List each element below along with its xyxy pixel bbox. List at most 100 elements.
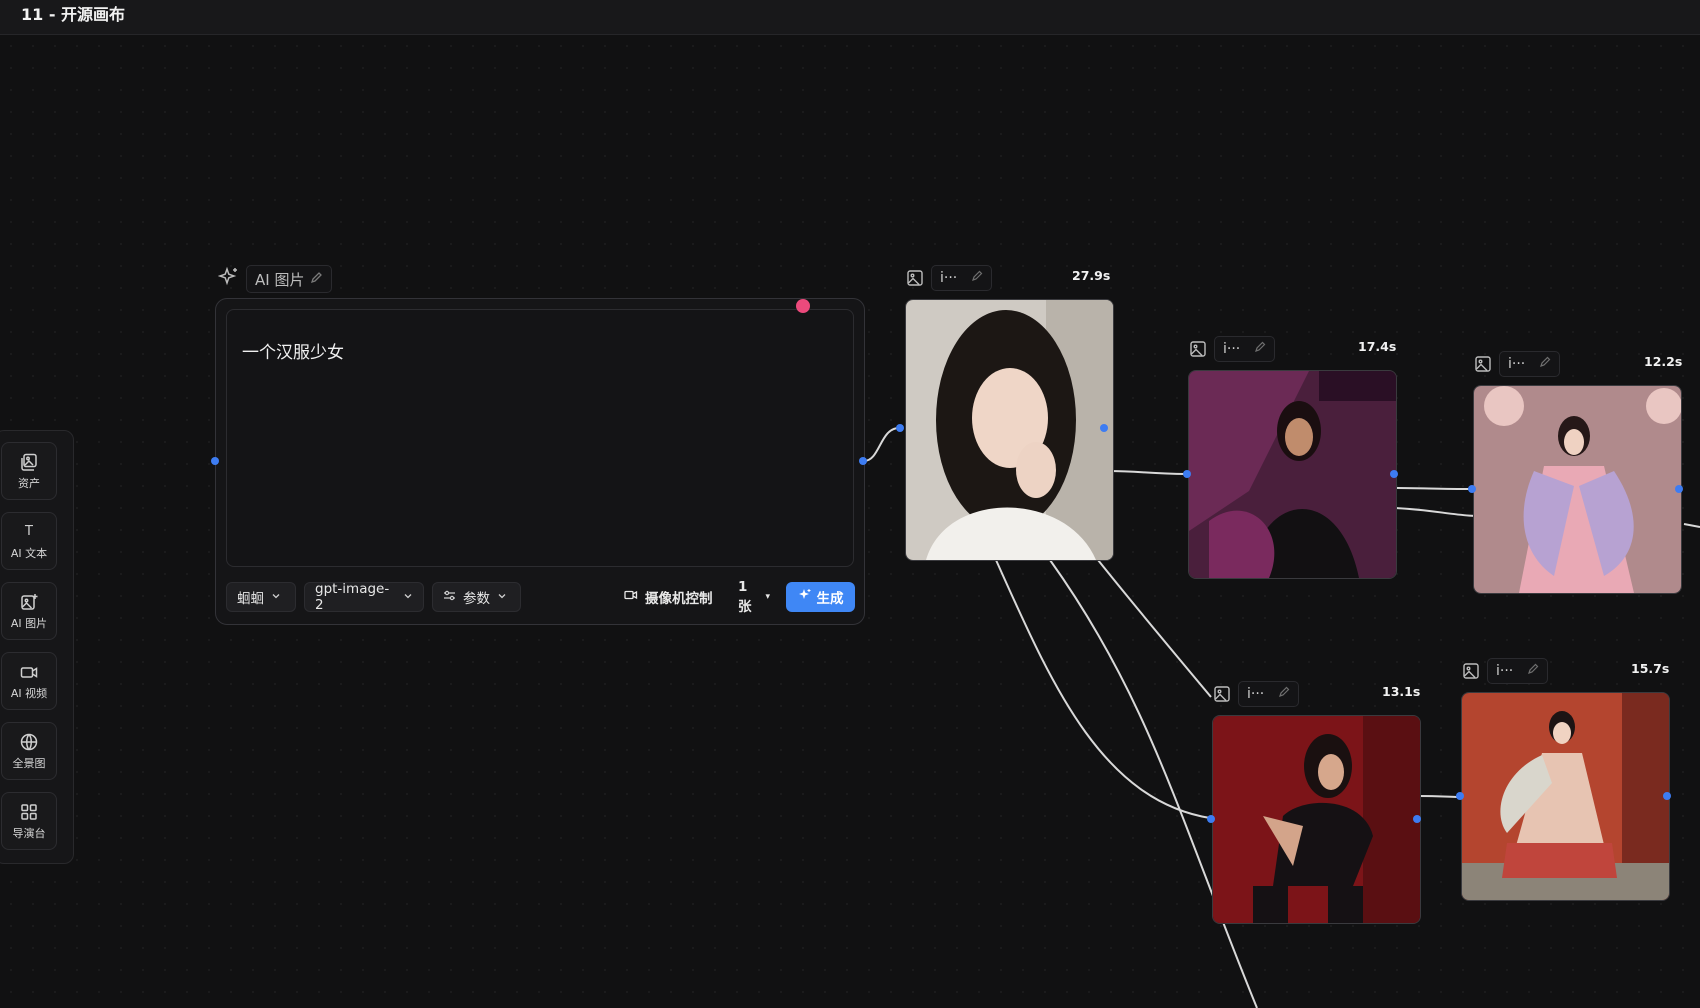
edit-icon[interactable] [971, 270, 983, 286]
input-port[interactable] [1183, 470, 1191, 478]
image-node-header: i··· [1473, 351, 1561, 377]
input-port[interactable] [211, 457, 219, 465]
model-select-value: gpt-image-2 [315, 581, 390, 613]
video-icon [19, 662, 39, 682]
generated-image [1189, 371, 1396, 578]
chevron-down-icon [403, 589, 413, 605]
generation-time: 15.7s [1631, 661, 1670, 676]
text-icon: T [25, 524, 33, 539]
output-port[interactable] [859, 457, 867, 465]
image-node-name: i··· [1496, 663, 1514, 679]
caret-down-icon: ▾ [765, 592, 770, 602]
sliders-icon [443, 589, 456, 606]
prompt-node-header: AI 图片 [217, 265, 333, 293]
image-node-header: i··· [905, 265, 993, 291]
prompt-text[interactable]: 一个汉服少女 [242, 338, 344, 363]
assets-icon [19, 452, 39, 472]
image-icon [1188, 339, 1208, 359]
style-select[interactable]: 蛔蛔 [226, 582, 296, 612]
edit-icon[interactable] [310, 270, 323, 288]
count-select-value: 1张 [738, 579, 752, 615]
image-frame[interactable] [905, 299, 1114, 561]
prompt-node-title-chip[interactable]: AI 图片 [246, 265, 333, 293]
model-select[interactable]: gpt-image-2 [304, 581, 424, 613]
input-port[interactable] [896, 424, 904, 432]
image-node-name-chip[interactable]: i··· [931, 265, 993, 291]
toolbar-director[interactable]: 导演台 [1, 792, 57, 850]
edit-icon[interactable] [1527, 663, 1539, 679]
image-node-name-chip[interactable]: i··· [1499, 351, 1561, 377]
edge-image1-to-image4b [995, 559, 1211, 819]
generation-time: 17.4s [1358, 339, 1397, 354]
image-frame[interactable] [1212, 715, 1421, 924]
image-frame[interactable] [1461, 692, 1670, 901]
output-port[interactable] [1675, 485, 1683, 493]
toolbar-ai-text-label: AI 文本 [10, 546, 48, 560]
edit-icon[interactable] [1539, 356, 1551, 372]
image-node-2[interactable]: i··· 17.4s [1188, 336, 1398, 581]
toolbar-panorama[interactable]: 全景图 [1, 722, 57, 780]
camera-control-button[interactable]: 摄像机控制 [614, 582, 724, 612]
generation-time: 13.1s [1382, 684, 1421, 699]
edge-image1-to-image2 [1107, 470, 1187, 475]
generated-image [1213, 716, 1420, 923]
sparkle-icon [798, 588, 812, 606]
image-node-header: i··· [1461, 658, 1549, 684]
image-node-name-chip[interactable]: i··· [1238, 681, 1300, 707]
image-node-header: i··· [1212, 681, 1300, 707]
image-node-name: i··· [1223, 341, 1241, 357]
params-button[interactable]: 参数 [432, 582, 521, 612]
toolbar-ai-image-label: AI 图片 [10, 616, 48, 630]
generated-image [1474, 386, 1681, 593]
panorama-icon [19, 732, 39, 752]
left-toolbar: 资产 T AI 文本 AI 图片 AI 视频 全景图 导演台 [0, 430, 74, 864]
image-node-5[interactable]: i··· 15.7s [1461, 658, 1671, 903]
generate-label: 生成 [816, 591, 844, 607]
image-frame[interactable] [1188, 370, 1397, 579]
sparkle-icon [217, 266, 240, 292]
image-node-header: i··· [1188, 336, 1276, 362]
edge-image4-to-image5 [1417, 795, 1460, 798]
image-node-name: i··· [1508, 356, 1526, 372]
image-node-name: i··· [1247, 686, 1265, 702]
image-node-4[interactable]: i··· 13.1s [1212, 681, 1422, 926]
edit-icon[interactable] [1278, 686, 1290, 702]
output-port[interactable] [1100, 424, 1108, 432]
image-icon [1212, 684, 1232, 704]
camera-icon [624, 589, 638, 605]
image-node-1[interactable]: i··· 27.9s [905, 265, 1115, 565]
input-port[interactable] [1456, 792, 1464, 800]
generate-button[interactable]: 生成 [786, 582, 855, 612]
edge-image3-out [1683, 523, 1700, 528]
toolbar-assets-label: 资产 [18, 476, 40, 490]
generation-time: 27.9s [1072, 268, 1111, 283]
edit-icon[interactable] [1254, 341, 1266, 357]
connection-handle[interactable] [796, 299, 810, 313]
image-node-3[interactable]: i··· 12.2s [1473, 351, 1685, 596]
toolbar-panorama-label: 全景图 [12, 756, 46, 770]
output-port[interactable] [1413, 815, 1421, 823]
image-frame[interactable] [1473, 385, 1682, 594]
grid-icon [19, 802, 39, 822]
toolbar-ai-text[interactable]: T AI 文本 [1, 512, 57, 570]
image-icon [1473, 354, 1493, 374]
camera-control-label: 摄像机控制 [645, 591, 713, 607]
toolbar-ai-video[interactable]: AI 视频 [1, 652, 57, 710]
edge-image2-to-image3 [1394, 487, 1472, 490]
image-node-name-chip[interactable]: i··· [1487, 658, 1549, 684]
prompt-node[interactable]: 一个汉服少女 蛔蛔 gpt-image-2 参数 摄像机控制 1张 ▾ 生成 [215, 298, 865, 625]
toolbar-assets[interactable]: 资产 [1, 442, 57, 500]
chevron-down-icon [271, 589, 281, 605]
toolbar-ai-video-label: AI 视频 [10, 686, 48, 700]
image-node-name-chip[interactable]: i··· [1214, 336, 1276, 362]
generated-image [906, 300, 1113, 560]
input-port[interactable] [1207, 815, 1215, 823]
input-port[interactable] [1468, 485, 1476, 493]
toolbar-ai-image[interactable]: AI 图片 [1, 582, 57, 640]
count-select[interactable]: 1张 ▾ [728, 579, 780, 615]
output-port[interactable] [1663, 792, 1671, 800]
edge-prompt-to-image1 [863, 427, 900, 462]
prompt-textarea[interactable]: 一个汉服少女 [226, 309, 854, 567]
image-node-name: i··· [940, 270, 958, 286]
output-port[interactable] [1390, 470, 1398, 478]
